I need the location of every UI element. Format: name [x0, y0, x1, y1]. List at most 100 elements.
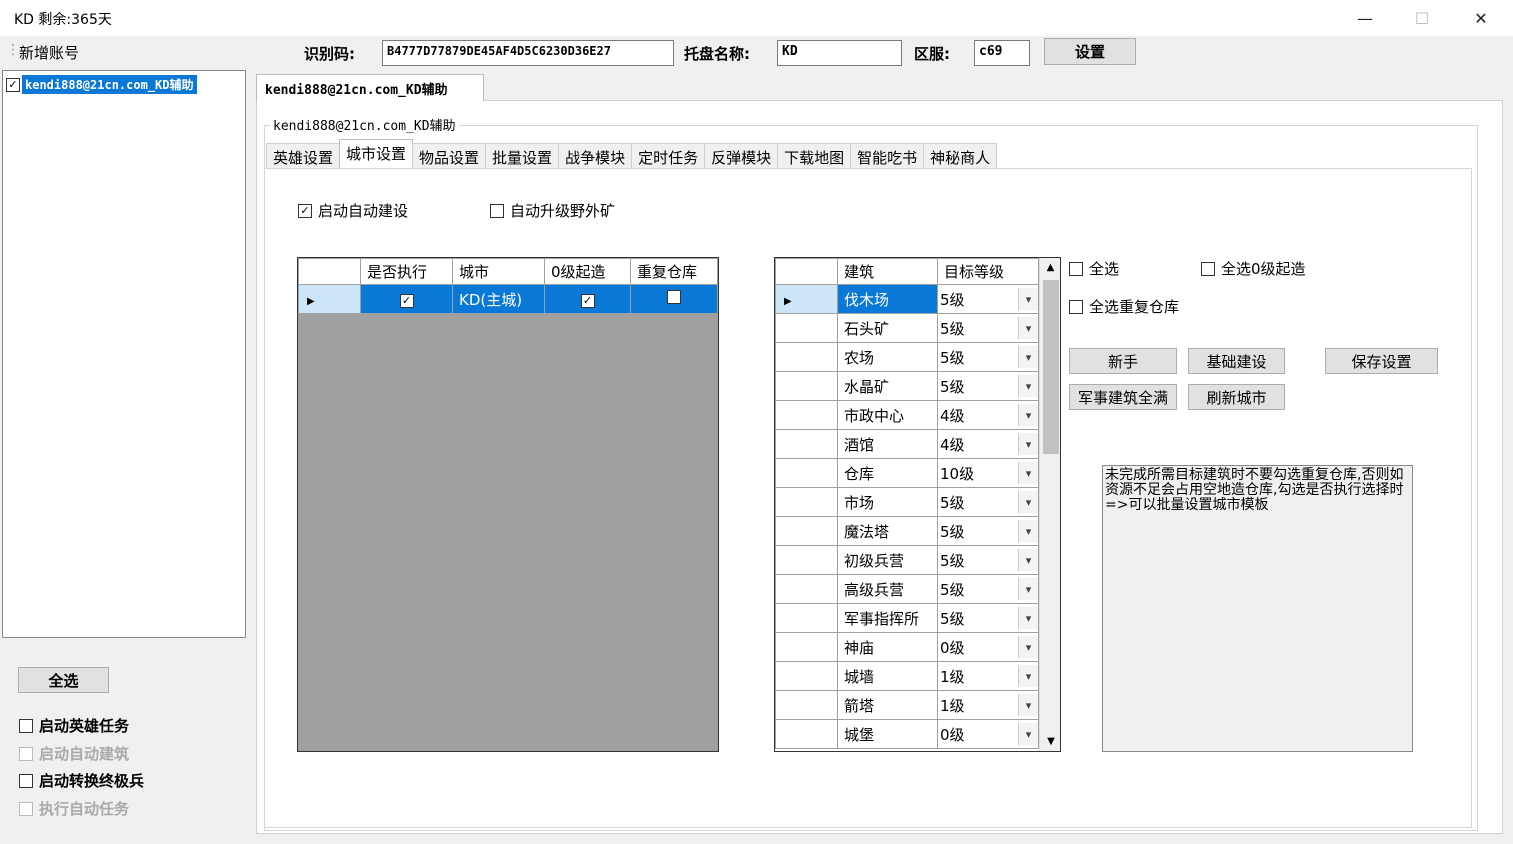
row-selector[interactable]: [775, 545, 838, 575]
table-row[interactable]: 市场 5级 ▾: [775, 487, 1039, 517]
building-name-cell[interactable]: 箭塔: [837, 690, 938, 720]
table-row[interactable]: ▶ ✓ KD(主城) ✓: [298, 284, 718, 314]
select-all-zero-option[interactable]: 全选0级起造: [1201, 258, 1306, 279]
row-selector[interactable]: [775, 313, 838, 343]
building-name-cell[interactable]: 魔法塔: [837, 516, 938, 546]
column-header-execute[interactable]: 是否执行: [360, 258, 453, 285]
tab-war-module[interactable]: 战争模块: [558, 143, 633, 169]
tab-scheduled-tasks[interactable]: 定时任务: [631, 143, 706, 169]
note-textbox[interactable]: 未完成所需目标建筑时不要勾选重复仓库,否则如资源不足会占用空地造仓库,勾选是否执…: [1102, 465, 1413, 752]
building-name-cell[interactable]: 城墙: [837, 661, 938, 691]
target-level-dropdown[interactable]: 10级 ▾: [937, 458, 1039, 488]
tab-city-settings[interactable]: 城市设置: [339, 139, 414, 169]
row-selector[interactable]: ▶: [775, 284, 838, 314]
chevron-down-icon[interactable]: ▾: [1018, 665, 1038, 687]
chevron-down-icon[interactable]: ▾: [1018, 578, 1038, 600]
row-selector[interactable]: [775, 632, 838, 662]
tab-smart-book[interactable]: 智能吃书: [850, 143, 925, 169]
row-selector[interactable]: [775, 661, 838, 691]
row-selector[interactable]: [775, 342, 838, 372]
military-full-button[interactable]: 军事建筑全满: [1069, 384, 1177, 410]
select-all-zero-checkbox[interactable]: [1201, 261, 1215, 276]
tab-item-settings[interactable]: 物品设置: [412, 143, 487, 169]
execute-checkbox[interactable]: ✓: [399, 293, 414, 308]
row-selector[interactable]: [775, 690, 838, 720]
auto-build-city-checkbox[interactable]: ✓: [298, 203, 312, 218]
row-selector[interactable]: [775, 516, 838, 546]
column-header-zero-start[interactable]: 0级起造: [544, 258, 631, 285]
chevron-down-icon[interactable]: ▾: [1018, 346, 1038, 368]
auto-build-city-option[interactable]: ✓ 启动自动建设: [298, 200, 408, 221]
target-level-dropdown[interactable]: 4级 ▾: [937, 400, 1039, 430]
tab-mystery-merchant[interactable]: 神秘商人: [923, 143, 998, 169]
convert-troops-checkbox[interactable]: [19, 773, 33, 788]
account-tab[interactable]: kendi888@21cn.com_KD辅助: [256, 74, 484, 101]
target-level-dropdown[interactable]: 5级 ▾: [937, 545, 1039, 575]
repeat-warehouse-cell[interactable]: [630, 284, 718, 314]
id-field[interactable]: B4777D77879DE45AF4D5C6230D36E27: [382, 40, 674, 66]
building-name-cell[interactable]: 市场: [837, 487, 938, 517]
list-item[interactable]: ✓ kendi888@21cn.com_KD辅助: [6, 75, 197, 94]
table-row[interactable]: 仓库 10级 ▾: [775, 458, 1039, 488]
row-selector[interactable]: [775, 458, 838, 488]
execute-cell[interactable]: ✓: [360, 284, 453, 314]
basic-build-button[interactable]: 基础建设: [1188, 348, 1285, 374]
target-level-dropdown[interactable]: 5级 ▾: [937, 313, 1039, 343]
table-row[interactable]: 石头矿 5级 ▾: [775, 313, 1039, 343]
target-level-dropdown[interactable]: 5级 ▾: [937, 284, 1039, 314]
server-field[interactable]: c69: [974, 40, 1030, 66]
account-checkbox[interactable]: ✓: [6, 77, 20, 92]
target-level-dropdown[interactable]: 5级 ▾: [937, 516, 1039, 546]
hero-task-checkbox[interactable]: [19, 718, 33, 733]
target-level-dropdown[interactable]: 1级 ▾: [937, 690, 1039, 720]
row-selector[interactable]: [775, 719, 838, 749]
row-selector[interactable]: [775, 487, 838, 517]
table-row[interactable]: 初级兵营 5级 ▾: [775, 545, 1039, 575]
close-button[interactable]: ✕: [1458, 0, 1504, 36]
row-selector[interactable]: [775, 603, 838, 633]
building-table-scrollbar[interactable]: ▲ ▼: [1039, 258, 1060, 751]
convert-troops-option[interactable]: 启动转换终极兵: [19, 770, 144, 791]
hero-task-option[interactable]: 启动英雄任务: [19, 715, 129, 736]
building-name-cell[interactable]: 城堡: [837, 719, 938, 749]
chevron-down-icon[interactable]: ▾: [1018, 433, 1038, 455]
column-header-building[interactable]: 建筑: [837, 258, 938, 285]
chevron-down-icon[interactable]: ▾: [1018, 375, 1038, 397]
building-name-cell[interactable]: 神庙: [837, 632, 938, 662]
scroll-thumb[interactable]: [1043, 280, 1059, 454]
building-name-cell[interactable]: 军事指挥所: [837, 603, 938, 633]
building-name-cell[interactable]: 农场: [837, 342, 938, 372]
column-header-city[interactable]: 城市: [452, 258, 545, 285]
zero-start-checkbox[interactable]: ✓: [580, 293, 595, 308]
table-row[interactable]: 城墙 1级 ▾: [775, 661, 1039, 691]
chevron-down-icon[interactable]: ▾: [1018, 491, 1038, 513]
chevron-down-icon[interactable]: ▾: [1018, 462, 1038, 484]
upgrade-mine-checkbox[interactable]: [490, 203, 504, 218]
target-level-dropdown[interactable]: 0级 ▾: [937, 719, 1039, 749]
column-header-repeat-warehouse[interactable]: 重复仓库: [630, 258, 718, 285]
chevron-down-icon[interactable]: ▾: [1018, 607, 1038, 629]
building-name-cell[interactable]: 高级兵营: [837, 574, 938, 604]
table-row[interactable]: 酒馆 4级 ▾: [775, 429, 1039, 459]
chevron-down-icon[interactable]: ▾: [1018, 549, 1038, 571]
chevron-down-icon[interactable]: ▾: [1018, 694, 1038, 716]
repeat-warehouse-checkbox[interactable]: [667, 290, 681, 304]
table-row[interactable]: 魔法塔 5级 ▾: [775, 516, 1039, 546]
zero-start-cell[interactable]: ✓: [544, 284, 631, 314]
target-level-dropdown[interactable]: 4级 ▾: [937, 429, 1039, 459]
select-all-option[interactable]: 全选: [1069, 258, 1119, 279]
table-row[interactable]: 农场 5级 ▾: [775, 342, 1039, 372]
table-row[interactable]: 城堡 0级 ▾: [775, 719, 1039, 749]
building-name-cell[interactable]: 伐木场: [837, 284, 938, 314]
refresh-city-button[interactable]: 刷新城市: [1188, 384, 1285, 410]
building-name-cell[interactable]: 石头矿: [837, 313, 938, 343]
table-row[interactable]: 高级兵营 5级 ▾: [775, 574, 1039, 604]
save-settings-button[interactable]: 保存设置: [1325, 348, 1438, 374]
newbie-button[interactable]: 新手: [1069, 348, 1177, 374]
tab-batch-settings[interactable]: 批量设置: [485, 143, 560, 169]
row-selector[interactable]: [775, 429, 838, 459]
tab-bounce-module[interactable]: 反弹模块: [704, 143, 779, 169]
chevron-down-icon[interactable]: ▾: [1018, 723, 1038, 745]
table-row[interactable]: ▶ 伐木场 5级 ▾: [775, 284, 1039, 314]
tab-download-map[interactable]: 下载地图: [777, 143, 852, 169]
